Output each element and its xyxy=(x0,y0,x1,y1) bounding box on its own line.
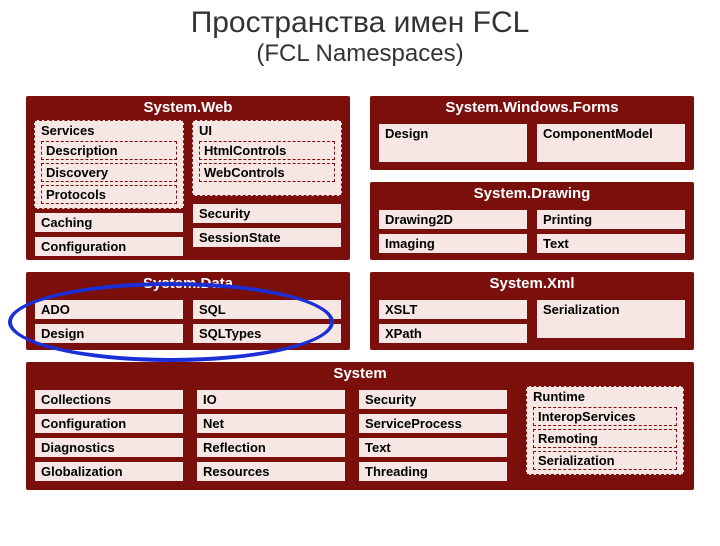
ns-item: Drawing2D xyxy=(378,209,528,230)
block-system-web: System.Web Services Description Discover… xyxy=(26,96,350,260)
ns-item: Threading xyxy=(358,461,508,482)
subgroup-services: Services Description Discovery Protocols xyxy=(34,120,184,209)
ns-item: XSLT xyxy=(378,299,528,320)
block-title: System.Web xyxy=(26,96,350,117)
block-title: System.Xml xyxy=(370,272,694,293)
ns-item: Diagnostics xyxy=(34,437,184,458)
ns-item: Configuration xyxy=(34,236,184,257)
highlight-ellipse xyxy=(8,282,334,362)
ns-item: Printing xyxy=(536,209,686,230)
block-system-xml: System.Xml XSLT XPath Serialization xyxy=(370,272,694,350)
page-title: Пространства имен FCL xyxy=(0,6,720,40)
subgroup-label: Runtime xyxy=(533,389,585,404)
ns-item: Imaging xyxy=(378,233,528,254)
ns-item: Serialization xyxy=(536,299,686,339)
ns-item: Text xyxy=(536,233,686,254)
ns-item: Discovery xyxy=(41,163,177,182)
block-system-drawing: System.Drawing Drawing2D Imaging Printin… xyxy=(370,182,694,260)
ns-item: Security xyxy=(358,389,508,410)
ns-item: IO xyxy=(196,389,346,410)
block-system: System Collections Configuration Diagnos… xyxy=(26,362,694,490)
block-title: System xyxy=(26,362,694,383)
ns-item: Reflection xyxy=(196,437,346,458)
subgroup-label: UI xyxy=(199,123,212,138)
ns-item: ServiceProcess xyxy=(358,413,508,434)
ns-item: SessionState xyxy=(192,227,342,248)
ns-item: Globalization xyxy=(34,461,184,482)
ns-item: Protocols xyxy=(41,185,177,204)
ns-item: XPath xyxy=(378,323,528,344)
block-title: System.Windows.Forms xyxy=(370,96,694,117)
ns-item: Design xyxy=(378,123,528,163)
ns-item: WebControls xyxy=(199,163,335,182)
ns-item: Security xyxy=(192,203,342,224)
ns-item: Serialization xyxy=(533,451,677,470)
ns-item: HtmlControls xyxy=(199,141,335,160)
ns-item: Net xyxy=(196,413,346,434)
ns-item: Configuration xyxy=(34,413,184,434)
subgroup-ui: UI HtmlControls WebControls xyxy=(192,120,342,196)
block-system-windows-forms: System.Windows.Forms Design ComponentMod… xyxy=(370,96,694,170)
page-subtitle: (FCL Namespaces) xyxy=(0,40,720,68)
ns-item: InteropServices xyxy=(533,407,677,426)
ns-item: Caching xyxy=(34,212,184,233)
subgroup-label: Services xyxy=(41,123,95,138)
ns-item: Description xyxy=(41,141,177,160)
subgroup-runtime: Runtime InteropServices Remoting Seriali… xyxy=(526,386,684,475)
ns-item: ComponentModel xyxy=(536,123,686,163)
ns-item: Resources xyxy=(196,461,346,482)
ns-item: Remoting xyxy=(533,429,677,448)
block-title: System.Drawing xyxy=(370,182,694,203)
ns-item: Text xyxy=(358,437,508,458)
ns-item: Collections xyxy=(34,389,184,410)
